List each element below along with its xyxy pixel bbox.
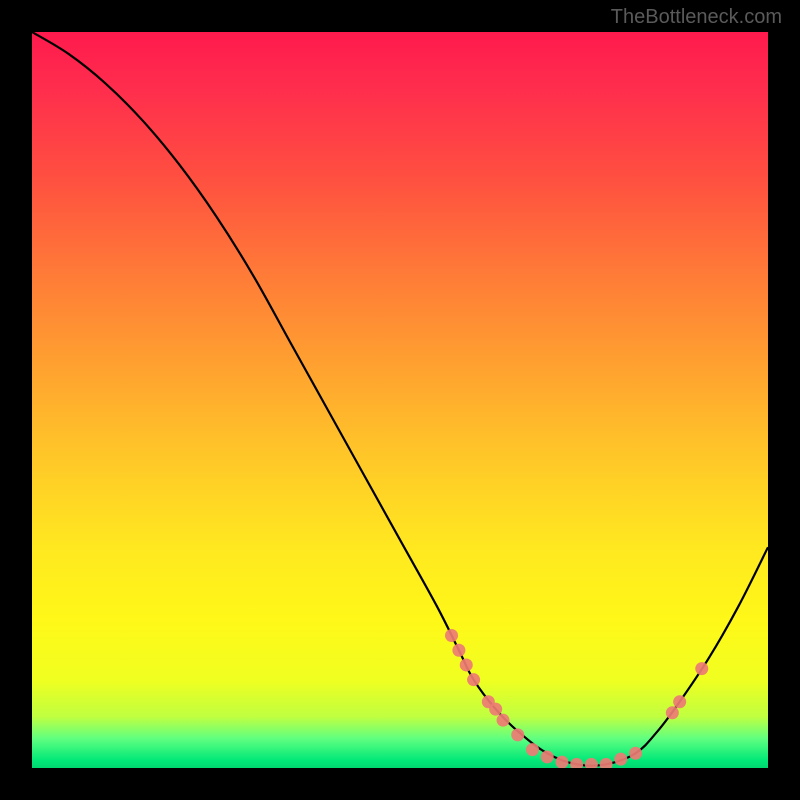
bottleneck-curve	[32, 32, 768, 766]
chart-svg	[32, 32, 768, 768]
data-marker	[445, 629, 458, 642]
data-marker	[629, 747, 642, 760]
data-marker	[666, 706, 679, 719]
data-marker	[489, 703, 502, 716]
data-marker	[511, 728, 524, 741]
data-marker	[570, 758, 583, 768]
plot-area	[32, 32, 768, 768]
data-marker	[600, 758, 613, 768]
data-marker	[526, 743, 539, 756]
data-marker	[695, 662, 708, 675]
data-marker	[497, 714, 510, 727]
data-marker	[460, 658, 473, 671]
data-marker	[555, 756, 568, 768]
watermark-text: TheBottleneck.com	[611, 6, 782, 29]
data-marker	[585, 758, 598, 768]
data-marker	[614, 753, 627, 766]
data-marker	[673, 695, 686, 708]
data-marker	[541, 750, 554, 763]
data-markers	[445, 629, 708, 768]
data-marker	[467, 673, 480, 686]
data-marker	[452, 644, 465, 657]
